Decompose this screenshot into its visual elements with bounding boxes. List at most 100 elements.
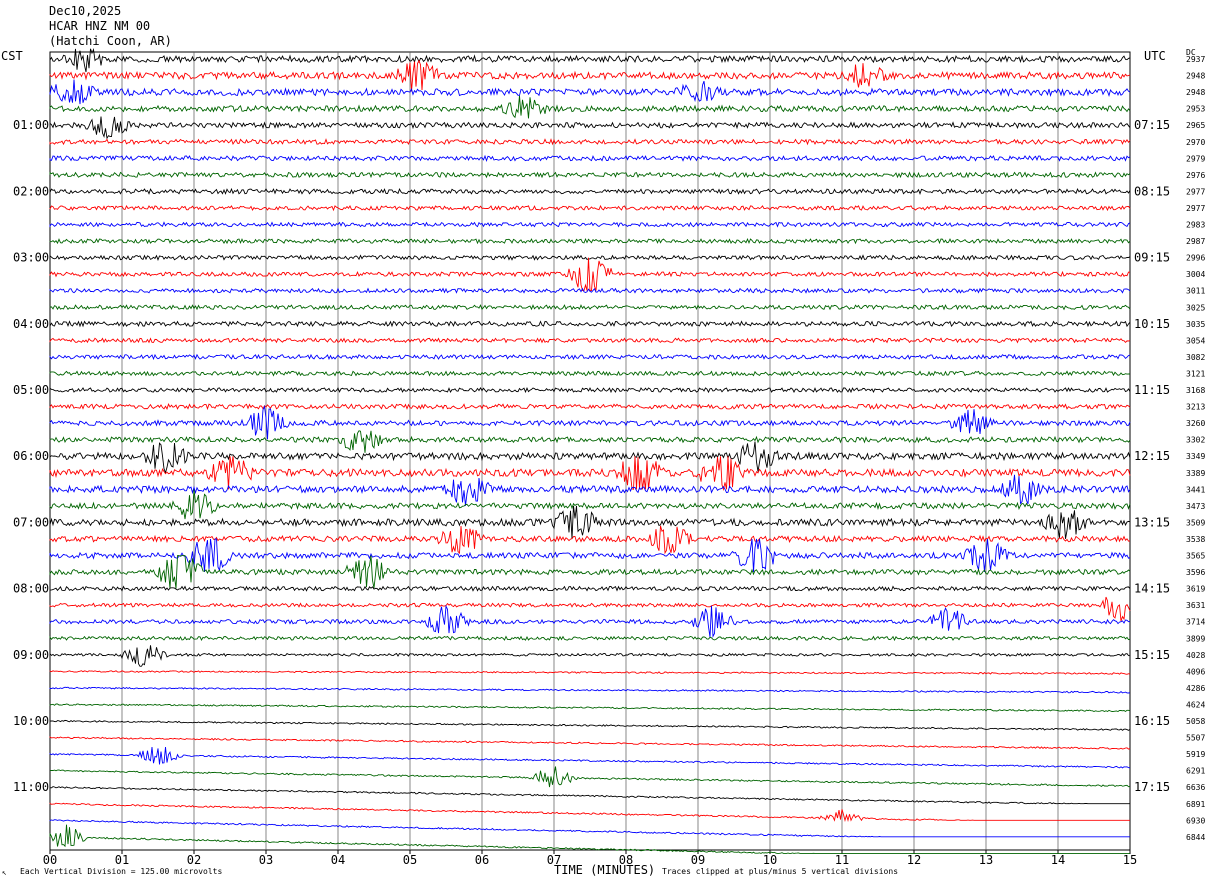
dc-offset-label: 4286	[1186, 684, 1205, 693]
cst-time-label: 08:00	[13, 582, 49, 596]
seismic-trace-row	[49, 257, 1131, 292]
x-tick-label: 05	[403, 853, 417, 867]
dc-offset-label: 5058	[1186, 717, 1205, 726]
utc-time-label: 13:15	[1134, 515, 1170, 529]
utc-time-label: 10:15	[1134, 317, 1170, 331]
dc-offset-label: 3349	[1186, 452, 1205, 461]
vertical-division-note: Each Vertical Division = 125.00 microvol…	[20, 867, 223, 876]
dc-offset-label: 3441	[1186, 485, 1205, 494]
dc-offset-label: 3025	[1186, 303, 1205, 312]
dc-offset-label: 6930	[1186, 816, 1205, 825]
seismic-trace-row	[49, 254, 1131, 261]
seismic-trace-row	[49, 171, 1131, 179]
seismic-trace-row	[49, 456, 1131, 491]
x-tick-label: 04	[331, 853, 345, 867]
dc-offset-label: 6844	[1186, 833, 1205, 842]
x-tick-label: 12	[907, 853, 921, 867]
seismic-trace-row	[49, 187, 1131, 196]
seismic-trace-row	[49, 736, 1131, 750]
cst-time-label: 05:00	[13, 383, 49, 397]
dc-offset-label: 2937	[1186, 55, 1205, 64]
cst-time-label: 11:00	[13, 780, 49, 794]
x-tick-label: 02	[187, 853, 201, 867]
dc-offset-label: 3168	[1186, 386, 1205, 395]
seismic-trace-row	[49, 786, 1130, 805]
x-tick-label: 11	[835, 853, 849, 867]
seismic-trace-row	[49, 585, 1131, 592]
seismic-trace-row	[49, 403, 1131, 411]
dc-offset-label: 3619	[1186, 585, 1205, 594]
seismic-trace-row	[49, 430, 1131, 453]
utc-time-label: 08:15	[1134, 184, 1170, 198]
dc-offset-label: 5507	[1186, 734, 1205, 743]
seismic-trace-row	[49, 221, 1131, 228]
dc-offset-label: 3011	[1186, 287, 1205, 296]
cst-time-label: 10:00	[13, 714, 49, 728]
dc-offset-label: 2979	[1186, 154, 1205, 163]
dc-offset-label: 4624	[1186, 700, 1205, 709]
seismic-trace-row	[49, 645, 1131, 667]
cst-time-label: 09:00	[13, 648, 49, 662]
dc-offset-label: 3473	[1186, 502, 1205, 511]
clip-note: Traces clipped at plus/minus 5 vertical …	[662, 867, 899, 876]
dc-offset-label: 3302	[1186, 436, 1205, 445]
x-tick-label: 14	[1051, 853, 1065, 867]
dc-offset-label: 3004	[1186, 270, 1205, 279]
utc-time-label: 07:15	[1134, 118, 1170, 132]
cst-time-label: 04:00	[13, 317, 49, 331]
seismic-trace-row	[49, 237, 1131, 245]
seismic-trace-row	[49, 59, 1131, 92]
seismic-trace-row	[49, 719, 1131, 731]
seismic-trace-row	[49, 670, 1131, 675]
dc-offset-label: 2965	[1186, 121, 1205, 130]
utc-time-label: 14:15	[1134, 582, 1170, 596]
x-tick-label: 00	[43, 853, 57, 867]
utc-time-label: 11:15	[1134, 383, 1170, 397]
seismic-trace-row	[49, 596, 1131, 622]
dc-offset-label: 3538	[1186, 535, 1205, 544]
dc-offset-label: 2977	[1186, 187, 1205, 196]
seismic-trace-row	[49, 819, 1130, 838]
dc-offset-label: 3596	[1186, 568, 1205, 577]
dc-offset-label: 3565	[1186, 552, 1205, 561]
seismic-trace-row	[49, 79, 1131, 105]
dc-offset-label: 2977	[1186, 204, 1205, 213]
dc-offset-label: 3213	[1186, 403, 1205, 412]
helicorder-chart: 00 01 02 03 04 05 06 07 08 09 10 11 12 13 14 1529372948…	[13, 47, 1205, 867]
dc-offset-label: 4028	[1186, 651, 1205, 660]
seismic-trace-row	[49, 154, 1131, 162]
dc-offset-label: 6291	[1186, 767, 1205, 776]
cst-time-label: 03:00	[13, 251, 49, 265]
seismic-trace-row	[49, 370, 1130, 377]
x-tick-label: 15	[1123, 853, 1137, 867]
seismic-trace-row	[49, 320, 1131, 328]
dc-offset-label: 6636	[1186, 783, 1205, 792]
x-tick-label: 09	[691, 853, 705, 867]
dc-offset-label: 2970	[1186, 138, 1205, 147]
dc-offset-label: 3389	[1186, 469, 1205, 478]
dc-offset-label: 2948	[1186, 72, 1205, 81]
dc-offset-label: 3260	[1186, 419, 1205, 428]
dc-offset-label: 4096	[1186, 667, 1205, 676]
seismic-trace-row	[49, 703, 1131, 713]
utc-time-label: 17:15	[1134, 780, 1170, 794]
dc-offset-label: 2948	[1186, 88, 1205, 97]
dc-offset-label: 2976	[1186, 171, 1205, 180]
x-tick-label: 03	[259, 853, 273, 867]
seismic-trace-row	[49, 746, 1131, 769]
x-tick-label: 13	[979, 853, 993, 867]
seismic-trace-row	[49, 802, 1130, 823]
seismic-trace-row	[49, 766, 1131, 788]
utc-time-label: 12:15	[1134, 449, 1170, 463]
dc-offset-label: 6891	[1186, 800, 1205, 809]
seismic-trace-row	[49, 824, 1130, 854]
seismic-trace-row	[49, 686, 1131, 694]
seismic-trace-row	[49, 635, 1131, 642]
dc-offset-label: 3121	[1186, 369, 1205, 378]
dc-offset-label: 3509	[1186, 518, 1205, 527]
x-axis-title: TIME (MINUTES)	[554, 863, 656, 877]
cst-time-label: 07:00	[13, 515, 49, 529]
seismic-trace-row	[49, 337, 1131, 344]
cst-time-label: 06:00	[13, 449, 49, 463]
seismic-trace-row	[49, 538, 1131, 573]
